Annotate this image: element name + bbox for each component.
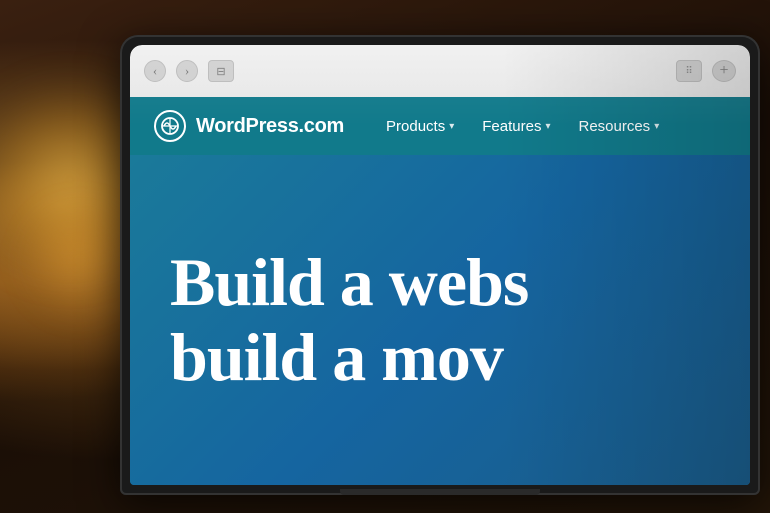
tab-toggle-button[interactable]: ⊟ [208, 60, 234, 82]
wordpress-logo-icon [154, 110, 186, 142]
webpage-content: WordPress.com Products ▾ Features ▾ Reso… [130, 97, 750, 485]
device-bottom [340, 489, 540, 495]
brand-name: WordPress.com [196, 115, 344, 138]
resources-label: Resources [578, 118, 650, 135]
new-tab-button[interactable]: + [712, 60, 736, 82]
nav-items: Products ▾ Features ▾ Resources ▾ [374, 110, 671, 143]
wordpress-navbar: WordPress.com Products ▾ Features ▾ Reso… [130, 97, 750, 155]
resources-nav-item[interactable]: Resources ▾ [566, 110, 671, 143]
device-frame: ‹ › ⊟ ⠿ + [120, 35, 760, 495]
grid-icon: ⠿ [685, 66, 692, 77]
hero-section: Build a webs build a mov [130, 155, 750, 485]
products-nav-item[interactable]: Products ▾ [374, 110, 466, 143]
products-label: Products [386, 118, 445, 135]
back-button[interactable]: ‹ [144, 60, 166, 82]
products-chevron-icon: ▾ [449, 121, 454, 132]
features-chevron-icon: ▾ [545, 121, 550, 132]
screen-bezel: ‹ › ⊟ ⠿ + [130, 45, 750, 485]
resources-chevron-icon: ▾ [654, 121, 659, 132]
forward-button[interactable]: › [176, 60, 198, 82]
browser-chrome: ‹ › ⊟ ⠿ + [130, 45, 750, 97]
wordpress-logo-area[interactable]: WordPress.com [154, 110, 344, 142]
hero-headline-line2: build a mov [170, 320, 720, 395]
hero-headline-line1: Build a webs [170, 245, 720, 320]
grid-view-button[interactable]: ⠿ [676, 60, 702, 82]
features-nav-item[interactable]: Features ▾ [470, 110, 562, 143]
features-label: Features [482, 118, 541, 135]
